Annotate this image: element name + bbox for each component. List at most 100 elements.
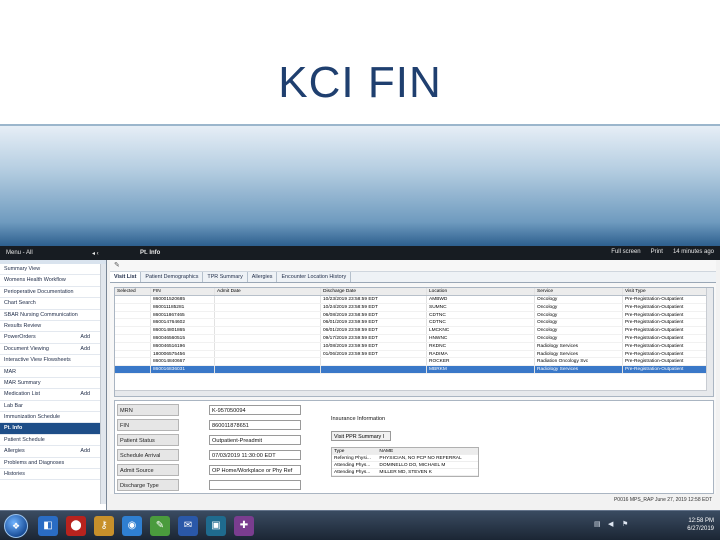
column-header[interactable]: Service: [535, 288, 623, 295]
tab-tpr-summary[interactable]: TPR Summary: [203, 272, 248, 282]
key-app-icon[interactable]: ⚷: [94, 516, 114, 536]
table-cell: SUMNC: [427, 303, 535, 311]
sidebar-item[interactable]: Chart Search: [0, 298, 106, 310]
speaker-icon[interactable]: ◀: [608, 521, 616, 529]
column-header[interactable]: Location: [427, 288, 535, 295]
sidebar-item[interactable]: Results Review: [0, 321, 106, 333]
sidebar-item-label: Immunization Schedule: [4, 414, 61, 421]
refresh-button[interactable]: 14 minutes ago: [673, 249, 714, 255]
table-cell: [115, 350, 151, 358]
start-button[interactable]: ❖: [4, 514, 28, 538]
browser-icon[interactable]: ◉: [122, 516, 142, 536]
column-header[interactable]: FIN: [151, 288, 215, 295]
sidebar-item[interactable]: SBAR Nursing Communication: [0, 310, 106, 321]
field-label: MRN: [117, 404, 179, 416]
sidebar-item[interactable]: Perioperative Documentation: [0, 287, 106, 299]
field-value: OP Home/Workplace or Phy Ref: [209, 465, 301, 475]
clock[interactable]: 12:58 PM 6/27/2019: [687, 517, 714, 533]
sidebar-item[interactable]: Patient Schedule: [0, 435, 106, 447]
sidebar-item[interactable]: MAR: [0, 367, 106, 378]
sidebar-item[interactable]: MAR Summary: [0, 378, 106, 390]
table-row[interactable]: 180006575456 01/06/2019 23:59:59 EDT RADIM…: [115, 350, 713, 359]
adobe-reader-icon[interactable]: ⬤: [66, 516, 86, 536]
table-row[interactable]: 860046560515 09/17/2019 23:59:59 EDT HNWNC…: [115, 334, 713, 343]
insurance-title: Insurance Information: [331, 416, 386, 422]
field-value: [209, 480, 301, 490]
grid-horizontal-scrollbar[interactable]: [115, 390, 707, 396]
table-cell: Pre-Registration-Outpatient: [623, 350, 713, 358]
add-button[interactable]: Add: [80, 344, 90, 354]
content-toolbar: ✎: [110, 260, 716, 272]
nav-scrollbar[interactable]: [100, 264, 106, 504]
physician-row[interactable]: Referring Physi... PHYSICIAN, NO PCP NO R…: [332, 455, 478, 462]
table-row[interactable]: 860011867465 06/08/2019 23:58:59 EDT CDTNC…: [115, 311, 713, 320]
sidebar-item[interactable]: Histories: [0, 469, 106, 481]
table-row[interactable]: 860046516196 10/08/2019 23:59:59 EDT RKDNC…: [115, 342, 713, 351]
sidebar-item[interactable]: Medication List Add: [0, 389, 106, 401]
physician-row[interactable]: Attending Phys... MILLER MD, STEVEN K: [332, 469, 478, 476]
tab-encounter-location-history[interactable]: Encounter Location History: [277, 272, 352, 282]
column-header[interactable]: Selected: [115, 288, 151, 295]
main-panel: ✎ Visit List Patient Demographics TPR Summ…: [110, 260, 716, 494]
table-cell: RADIMA: [427, 350, 535, 358]
flag-icon[interactable]: ⚑: [622, 521, 630, 529]
edit-icon[interactable]: ✎: [114, 262, 122, 270]
sidebar-item[interactable]: Immunization Schedule: [0, 412, 106, 424]
cerner-icon[interactable]: ✚: [234, 516, 254, 536]
add-button[interactable]: Add: [80, 446, 90, 456]
table-row[interactable]: 860014801865 06/01/2019 23:59:59 EDT LMCKN…: [115, 327, 713, 335]
tab-patient-demographics[interactable]: Patient Demographics: [141, 272, 204, 282]
sidebar-item[interactable]: Summary View: [0, 264, 106, 276]
outlook-icon[interactable]: ✉: [178, 516, 198, 536]
table-row[interactable]: 860001520685 10/23/2019 23:58:59 EDT AMBWD…: [115, 296, 713, 304]
column-header[interactable]: Discharge Date: [321, 288, 427, 295]
full-screen-button[interactable]: Full screen: [611, 249, 640, 255]
sidebar-item[interactable]: PowerOrders Add: [0, 332, 106, 344]
table-cell: [215, 311, 321, 319]
table-row[interactable]: 860016836031 MBRKM Radiology Services Pre-R…: [115, 366, 713, 374]
paint-icon[interactable]: ✎: [150, 516, 170, 536]
physician-type-header: Type: [334, 449, 345, 454]
nav-list: Summary View Womens Health Workflow Periop…: [0, 264, 106, 481]
column-header[interactable]: Admit Date: [215, 288, 321, 295]
field-value: K-957050094: [209, 405, 301, 415]
sidebar-item-label: PowerOrders: [4, 334, 36, 341]
physician-table: Type NAME Referring Physi... PHYSICIAN, N…: [331, 447, 479, 477]
tab-allergies[interactable]: Allergies: [248, 272, 278, 282]
sidebar-item[interactable]: Interactive View Flowsheets: [0, 355, 106, 367]
table-cell: Radiology Services: [535, 366, 623, 373]
sidebar-item[interactable]: Pt. Info: [0, 423, 106, 435]
tab-visit-list[interactable]: Visit List: [110, 272, 142, 282]
visit-ppr-summary-button[interactable]: Visit PPR Summary I: [331, 431, 391, 441]
sidebar-item[interactable]: Lab Bar: [0, 401, 106, 413]
network-icon[interactable]: ▤: [594, 521, 602, 529]
column-header[interactable]: Visit Type: [623, 288, 713, 295]
publisher-icon[interactable]: ▣: [206, 516, 226, 536]
sidebar-item[interactable]: Document Viewing Add: [0, 344, 106, 356]
sidebar-item-label: Allergies: [4, 448, 25, 455]
menu-collapse-control[interactable]: ◂ ‹: [92, 250, 99, 257]
sidebar-item[interactable]: Allergies Add: [0, 446, 106, 458]
windows-logo-icon[interactable]: ◧: [38, 516, 58, 536]
table-row[interactable]: 860014764602 06/01/2019 23:59:59 EDT CDTNC…: [115, 319, 713, 328]
physician-row[interactable]: Attending Phys... DOMINELLO DO, MICHAEL M: [332, 462, 478, 469]
sidebar-item[interactable]: Problems and Diagnoses: [0, 458, 106, 470]
table-cell: 01/06/2019 23:59:59 EDT: [321, 350, 427, 358]
print-button[interactable]: Print: [651, 249, 663, 255]
physician-table-header: Type NAME: [332, 448, 478, 455]
add-button[interactable]: Add: [80, 332, 90, 342]
table-cell: 06/01/2019 23:59:59 EDT: [321, 327, 427, 334]
add-button[interactable]: Add: [80, 389, 90, 399]
physician-name-header: NAME: [379, 449, 394, 454]
table-row[interactable]: 860014840667 ROCKER Radiation Oncology Svc…: [115, 358, 713, 367]
table-cell: [115, 366, 151, 373]
sidebar-item[interactable]: Womens Health Workflow: [0, 275, 106, 287]
menu-all-label[interactable]: Menu - All: [6, 250, 33, 256]
grid-vertical-scrollbar[interactable]: [706, 288, 713, 396]
field-label: Schedule Arrival: [117, 449, 179, 461]
physician-type: Attending Phys...: [334, 470, 371, 475]
table-cell: [215, 342, 321, 350]
table-row[interactable]: 860011185281 10/24/2019 23:58:59 EDT SUMNC…: [115, 303, 713, 312]
sidebar-item-label: MAR: [4, 368, 16, 375]
sidebar-item-label: Patient Schedule: [4, 436, 45, 443]
